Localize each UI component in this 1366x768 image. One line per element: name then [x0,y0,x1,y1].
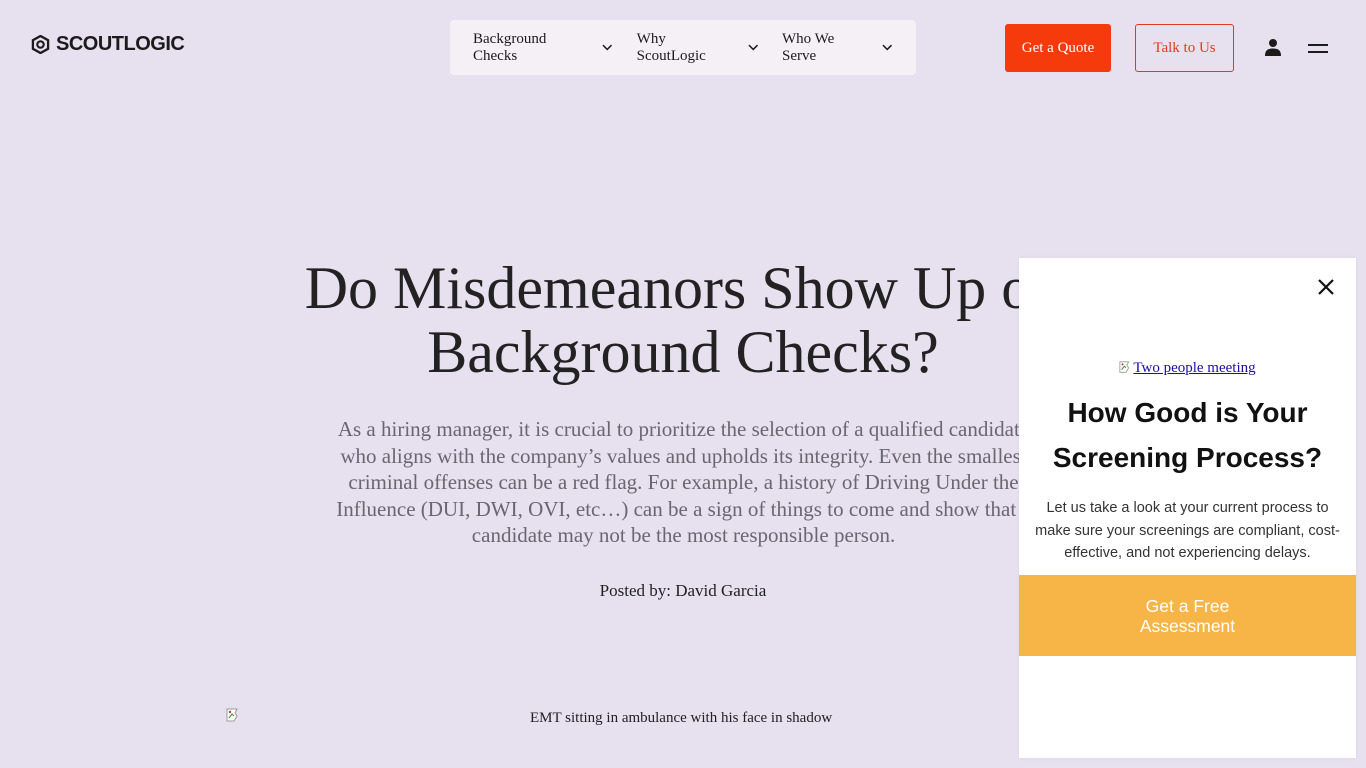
cta-label-line: Assessment [1139,615,1236,636]
popup-title-line: Screening Process? [1052,442,1323,473]
menu-icon[interactable] [1308,43,1328,55]
logo-mark-icon [31,35,50,54]
nav-item-label: Who We Serve [782,30,835,64]
popup-description: Let us take a look at your current proce… [1035,500,1340,561]
logo-text: SCOUTLOGIC [56,33,185,55]
popup-title: How Good is Your Screening Process? [1019,390,1356,480]
user-icon[interactable] [1264,38,1282,56]
get-free-assessment-button[interactable]: Get a Free Assessment [1019,575,1356,656]
get-a-quote-button[interactable]: Get a Quote [1005,24,1111,72]
broken-image-icon [226,708,238,722]
nav-item-who-we-serve[interactable]: Who We Serve [782,31,892,65]
close-icon[interactable] [1317,278,1335,296]
hero-image: EMT sitting in ambulance with his face i… [226,707,1156,726]
main-nav: Background Checks Why ScoutLogic Who We … [450,20,916,75]
chevron-down-icon [747,44,758,51]
nav-item-label: Why ScoutLogic [636,30,706,64]
posted-by: Posted by: David Garcia [599,581,767,600]
cta-label-line: Get a Free [1145,595,1230,616]
popup-image-alt: Two people meeting [1133,360,1256,376]
broken-image-icon [1119,361,1130,373]
assessment-popup: Two people meeting How Good is Your Scre… [1019,258,1356,758]
page-title: Do Misdemeanors Show Up on Background Ch… [283,256,1083,384]
nav-item-background-checks[interactable]: Background Checks [473,31,613,65]
article-lead: As a hiring manager, it is crucial to pr… [336,417,1031,547]
hero-image-alt: EMT sitting in ambulance with his face i… [530,710,833,726]
page-title-line: Do Misdemeanors Show Up on [304,255,1062,321]
nav-item-why-scoutlogic[interactable]: Why ScoutLogic [637,31,758,65]
scoutlogic-logo[interactable]: SCOUTLOGIC [31,33,185,56]
page-title-line: Background Checks? [427,319,939,385]
nav-item-label: Background Checks [473,30,547,64]
popup-title-line: How Good is Your [1067,397,1308,428]
talk-to-us-button[interactable]: Talk to Us [1135,24,1234,72]
chevron-down-icon [602,44,613,51]
popup-image-link[interactable]: Two people meeting [1019,360,1356,377]
chevron-down-icon [881,44,892,51]
